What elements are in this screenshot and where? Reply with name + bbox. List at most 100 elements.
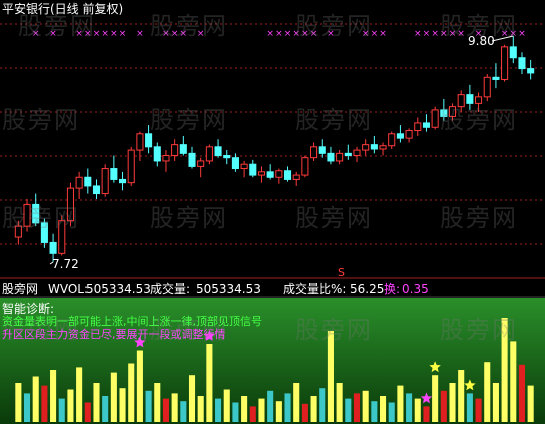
top-marker: × xyxy=(371,29,379,39)
volume-bar xyxy=(501,318,508,422)
candle-body xyxy=(275,170,283,178)
candle-body xyxy=(136,133,144,151)
ratio-value: 56.25 xyxy=(350,282,385,296)
candle-body xyxy=(266,171,274,178)
candle-body xyxy=(379,145,387,150)
candle-body xyxy=(457,94,465,108)
volume-bar xyxy=(258,398,265,422)
chart-stage: × × × × × × × × × × × × × × × × × × × × × × × × × × × × × × × × × 股旁网 股旁… xyxy=(0,0,545,424)
top-marker: × xyxy=(93,29,101,39)
candle-body xyxy=(405,130,413,139)
volume-bar xyxy=(15,383,22,422)
candle-body xyxy=(231,157,239,170)
vol-value: 505334.53 xyxy=(86,282,151,296)
candle-body xyxy=(58,220,66,254)
candle-body xyxy=(205,146,213,162)
volume-bar xyxy=(275,401,282,422)
top-marker: × xyxy=(162,29,170,39)
candle-body xyxy=(240,163,248,170)
volume-bar xyxy=(423,406,430,422)
top-marker: × xyxy=(379,29,387,39)
top-marker: × xyxy=(431,29,439,39)
volume-bar xyxy=(223,389,230,422)
candle-body xyxy=(483,76,491,98)
low-price-label: 7.72 xyxy=(52,257,79,271)
volume-bar xyxy=(67,389,74,422)
candle-body xyxy=(414,122,422,132)
info-source: 股旁网 xyxy=(2,282,39,296)
top-marker: × xyxy=(84,29,92,39)
volume-bar xyxy=(76,367,83,422)
candle-body xyxy=(431,109,439,128)
top-marker: × xyxy=(457,29,465,39)
volume-bar xyxy=(371,401,378,422)
candle-body xyxy=(92,185,101,195)
turnover-label: 成交量: xyxy=(150,282,191,296)
volume-bar xyxy=(527,385,534,422)
change-value: 0.35 xyxy=(402,282,429,296)
turnover-value: 505334.53 xyxy=(196,282,261,296)
volume-bar xyxy=(440,390,447,422)
candle-body xyxy=(301,157,309,176)
volume-bar xyxy=(353,393,361,422)
volume-bar xyxy=(510,341,517,422)
candle-body xyxy=(249,163,257,176)
volume-bar xyxy=(336,383,343,422)
candle-body xyxy=(32,203,40,224)
top-marker: × xyxy=(75,29,83,39)
candle-body xyxy=(370,144,378,150)
volume-bar xyxy=(93,383,100,422)
volume-bar xyxy=(380,396,387,422)
diagnosis-line1: 资金量表明一部可能上涨,中间上涨一律,顶部见顶信号 xyxy=(2,315,262,328)
s-marker: S xyxy=(338,266,345,279)
candle-body xyxy=(14,225,22,238)
volume-bar xyxy=(484,362,491,422)
diagnosis-heading: 智能诊断: xyxy=(2,302,55,316)
top-marker: × xyxy=(136,29,144,39)
volume-bar xyxy=(518,364,526,422)
volume-bar xyxy=(215,398,222,422)
top-marker: × xyxy=(510,29,518,39)
top-marker: × xyxy=(327,29,335,39)
volume-bar xyxy=(136,350,143,422)
volume-bar xyxy=(492,383,499,422)
candle-body xyxy=(223,155,231,159)
candle-body xyxy=(283,170,292,180)
volume-bar xyxy=(458,370,465,422)
candle-body xyxy=(171,144,179,157)
volume-bar xyxy=(284,393,291,422)
volume-bar xyxy=(267,390,274,422)
candle-body xyxy=(388,133,396,147)
candle-body xyxy=(101,168,109,195)
top-marker: × xyxy=(292,29,300,39)
top-marker: × xyxy=(266,29,274,39)
candle-body xyxy=(518,57,526,70)
top-marker: × xyxy=(197,29,205,39)
volume-bar xyxy=(232,402,239,422)
candle-body xyxy=(257,171,266,176)
top-marker: × xyxy=(49,29,57,39)
candle-body xyxy=(66,187,74,222)
top-marker: × xyxy=(110,29,118,39)
volume-bar xyxy=(197,396,204,422)
candle-body xyxy=(310,146,318,159)
candle-body xyxy=(214,146,222,157)
volume-bar xyxy=(466,393,473,422)
volume-bar xyxy=(188,375,196,422)
top-marker: × xyxy=(449,29,457,39)
volume-bar xyxy=(449,383,456,422)
top-marker: × xyxy=(423,29,431,39)
volume-bar xyxy=(102,396,109,422)
candle-body xyxy=(509,46,517,59)
vol-label: WVOL: xyxy=(48,282,89,296)
volume-bar xyxy=(414,398,421,422)
volume-bar xyxy=(310,396,317,422)
candle-body xyxy=(327,152,335,162)
candle-body xyxy=(145,133,153,148)
candle-body xyxy=(75,176,83,189)
candle-body xyxy=(84,176,92,187)
volume-bar xyxy=(145,390,152,422)
candle-body xyxy=(188,152,196,167)
candle-body xyxy=(318,146,326,154)
chart-svg: × × × × × × × × × × × × × × × × × × × × × × × × × × × × × × × × × xyxy=(0,23,545,424)
